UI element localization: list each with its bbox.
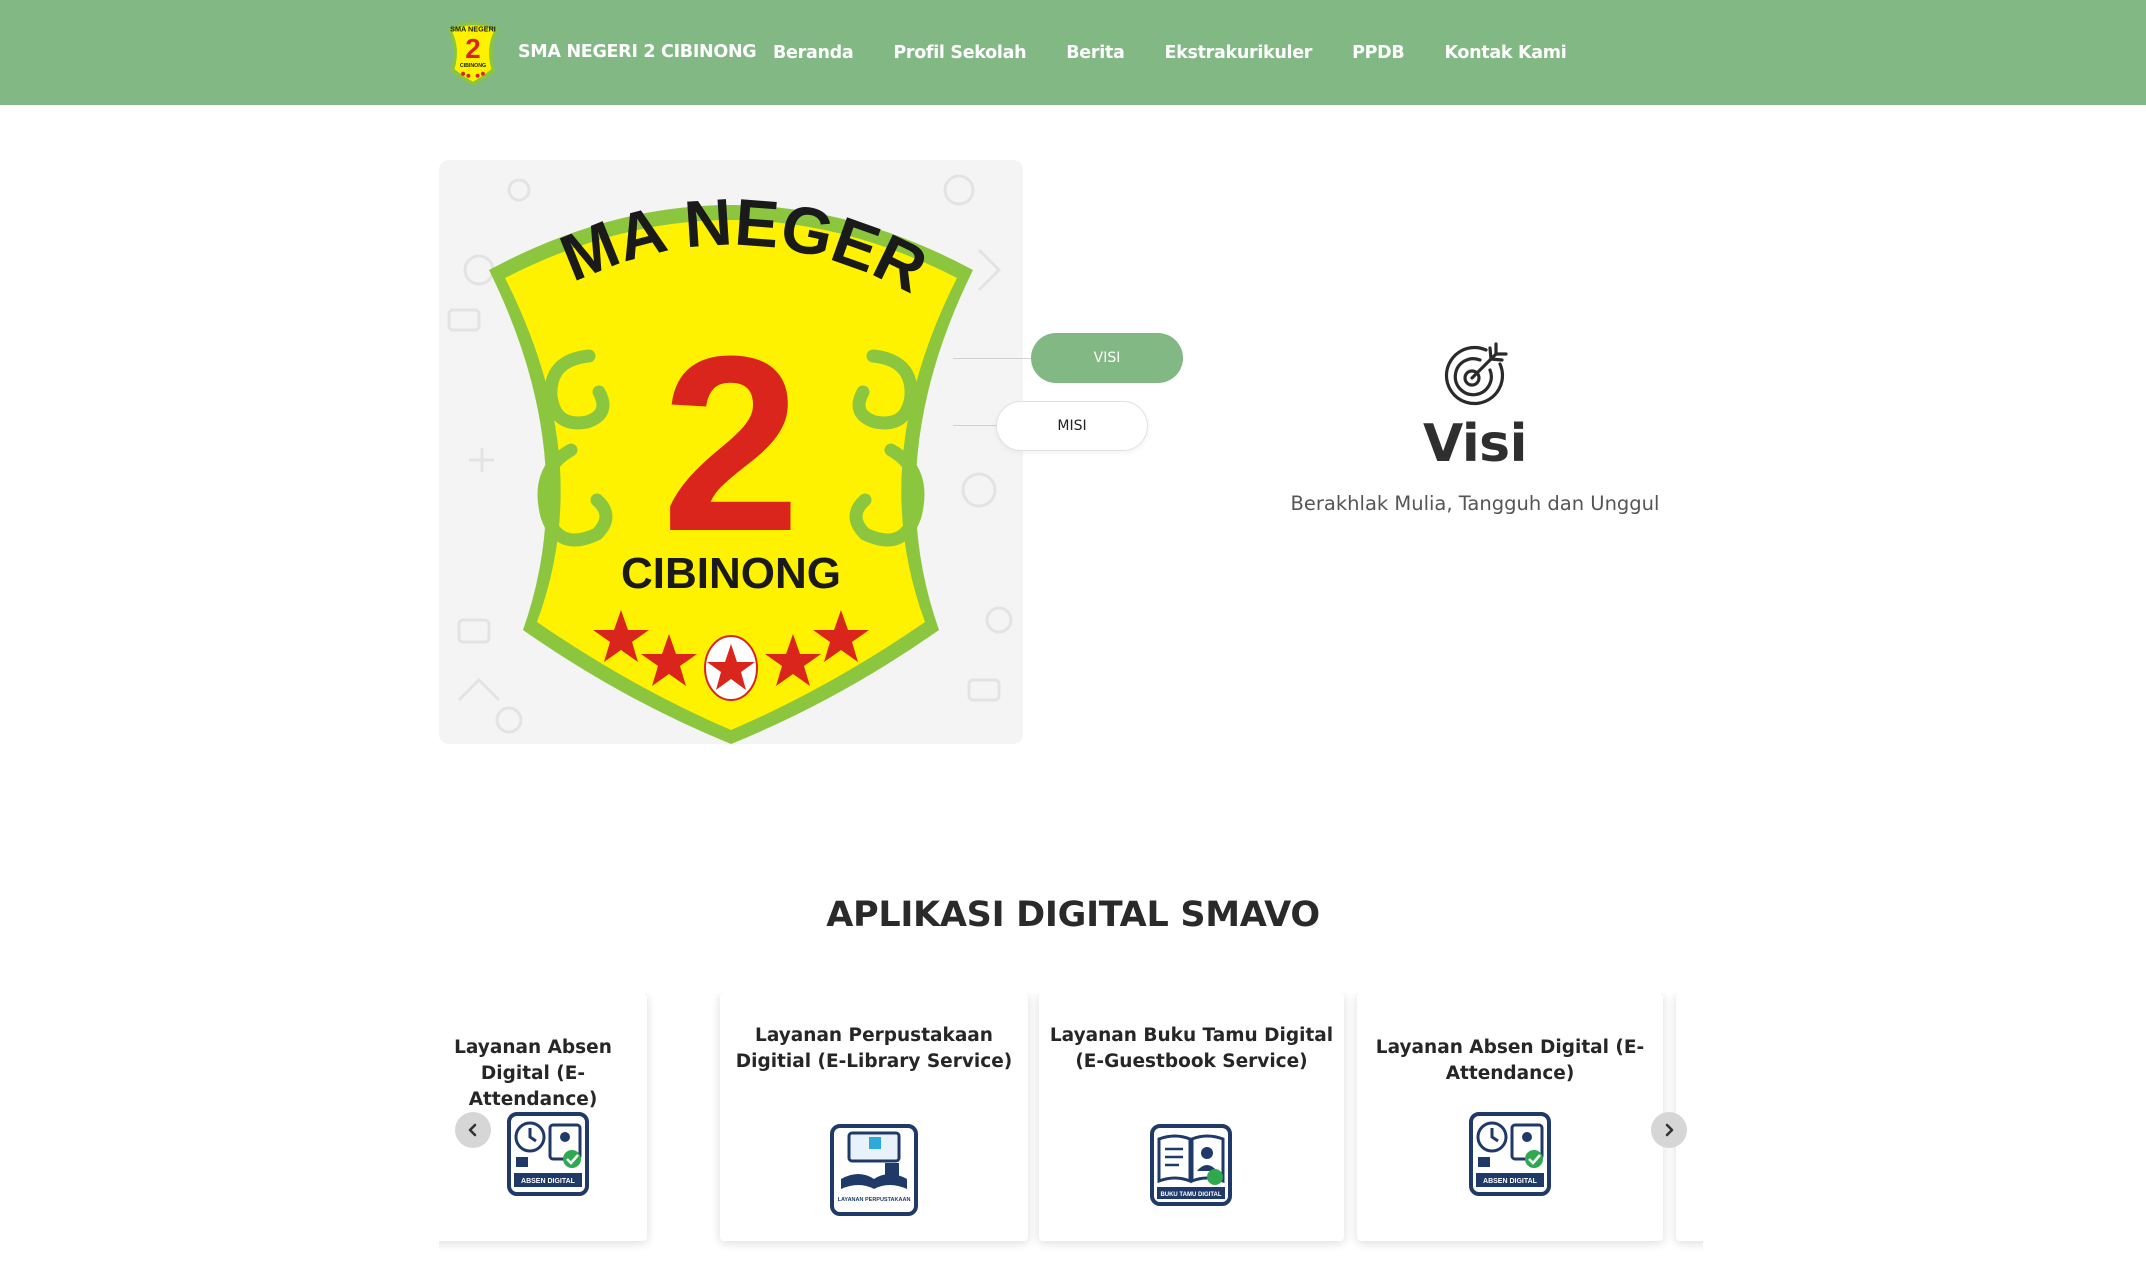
- library-icon: LAYANAN PERPUSTAKAAN: [830, 1124, 918, 1216]
- target-arrow-icon: [1444, 342, 1508, 406]
- app-card[interactable]: Layanan Perpustakaan Digitial (E-Library…: [720, 993, 1028, 1241]
- visi-title: Visi: [1423, 414, 1527, 474]
- svg-text:SMA NEGERI: SMA NEGERI: [450, 25, 496, 34]
- svg-text:LAYANAN PERPUSTAKAAN: LAYANAN PERPUSTAKAAN: [838, 1197, 911, 1203]
- absen-digital-icon: ABSEN DIGITAL: [507, 1112, 589, 1196]
- nav-item-berita[interactable]: Berita: [1066, 43, 1125, 63]
- app-card-title: Layanan Absen Digital (E-Attendance): [454, 1037, 612, 1110]
- apps-carousel: Layanan Absen Digital (E-Attendance) ABS…: [439, 993, 1703, 1276]
- tab-visi[interactable]: VISI: [1031, 333, 1183, 383]
- top-navbar: SMA NEGERI 2 CIBINONG SMA NEGERI 2 CIBIN…: [0, 0, 2146, 105]
- brand-name[interactable]: SMA NEGERI 2 CIBINONG: [518, 42, 757, 62]
- svg-text:2: 2: [661, 304, 800, 583]
- section-title: APLIKASI DIGITAL SMAVO: [826, 895, 1320, 935]
- brand[interactable]: SMA NEGERI 2 CIBINONG SMA NEGERI 2 CIBIN…: [440, 17, 757, 87]
- visi-panel: Visi Berakhlak Mulia, Tangguh dan Unggul: [1240, 340, 1710, 515]
- app-card-title: Layanan Perpustakaan Digitial (E-Library…: [735, 1025, 1013, 1072]
- nav-item-beranda[interactable]: Beranda: [773, 43, 854, 63]
- school-logo-small: SMA NEGERI 2 CIBINONG: [447, 22, 499, 86]
- svg-text:BUKU TAMU DIGITAL: BUKU TAMU DIGITAL: [1160, 1192, 1221, 1198]
- svg-text:CIBINONG: CIBINONG: [460, 63, 486, 69]
- app-card-title: Layanan Buku Tamu Digital (E-Guestbook S…: [1049, 1025, 1334, 1072]
- nav-item-kontak-kami[interactable]: Kontak Kami: [1444, 43, 1566, 63]
- main-nav: Beranda Profil Sekolah Berita Ekstrakuri…: [773, 0, 1606, 105]
- svg-text:2: 2: [465, 33, 480, 64]
- absen-digital-icon: ABSEN DIGITAL: [1469, 1112, 1551, 1196]
- nav-item-ekstrakurikuler[interactable]: Ekstrakurikuler: [1164, 43, 1312, 63]
- chevron-right-icon: [1665, 1123, 1674, 1137]
- app-card[interactable]: Layanan Buku Tamu Digital (E-Guestbook S…: [1039, 993, 1344, 1241]
- svg-text:ABSEN DIGITAL: ABSEN DIGITAL: [1483, 1178, 1538, 1185]
- nav-item-ppdb[interactable]: PPDB: [1352, 43, 1405, 63]
- guestbook-icon: BUKU TAMU DIGITAL: [1150, 1124, 1232, 1206]
- nav-item-profil-sekolah[interactable]: Profil Sekolah: [893, 43, 1026, 63]
- app-card[interactable]: Layanan Absen Digital (E-Attendance) ABS…: [1357, 993, 1663, 1241]
- chevron-left-icon: [468, 1123, 477, 1137]
- app-card-title: Layanan Absen Digital (E-Attendance): [1375, 1037, 1645, 1084]
- tab-connector-line: [953, 358, 1043, 359]
- svg-text:CIBINONG: CIBINONG: [621, 549, 841, 598]
- carousel-next-button[interactable]: [1651, 1112, 1687, 1148]
- svg-text:ABSEN DIGITAL: ABSEN DIGITAL: [521, 1178, 576, 1185]
- tab-misi[interactable]: MISI: [996, 401, 1148, 451]
- carousel-prev-button[interactable]: [455, 1112, 491, 1148]
- visi-text: Berakhlak Mulia, Tangguh dan Unggul: [1290, 492, 1660, 515]
- school-logo-large: SMA NEGERI 2 CIBINONG: [439, 160, 1023, 744]
